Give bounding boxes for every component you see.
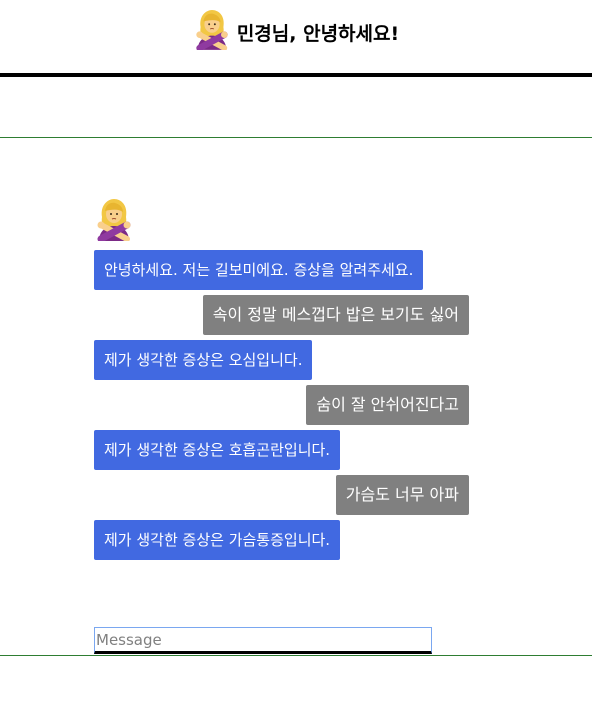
- person-gesturing-no-icon: [193, 8, 231, 50]
- message-input[interactable]: [94, 627, 432, 654]
- bottom-divider: [0, 655, 592, 656]
- person-gesturing-no-icon: [94, 197, 134, 241]
- user-message-bubble: 숨이 잘 안쉬어진다고: [306, 385, 469, 425]
- chat-message: 가슴도 너무 아파: [94, 475, 469, 515]
- bot-message-bubble: 제가 생각한 증상은 가슴통증입니다.: [94, 520, 341, 560]
- chat-message: 속이 정말 메스껍다 밥은 보기도 싫어: [94, 295, 469, 335]
- bot-message-bubble: 제가 생각한 증상은 오심입니다.: [94, 340, 313, 380]
- header-greeting: 민경님, 안녕하세요!: [0, 8, 592, 50]
- user-message-bubble: 속이 정말 메스껍다 밥은 보기도 싫어: [202, 295, 469, 335]
- bot-message-bubble: 안녕하세요. 저는 길보미에요. 증상을 알려주세요.: [94, 250, 424, 290]
- chat-messages: 안녕하세요. 저는 길보미에요. 증상을 알려주세요. 속이 정말 메스껍다 밥…: [94, 250, 469, 565]
- chat-message: 안녕하세요. 저는 길보미에요. 증상을 알려주세요.: [94, 250, 469, 290]
- app-header: 민경님, 안녕하세요!: [0, 0, 592, 77]
- chat-message: 제가 생각한 증상은 호흡곤란입니다.: [94, 430, 469, 470]
- chat-message: 제가 생각한 증상은 오심입니다.: [94, 340, 469, 380]
- user-message-bubble: 가슴도 너무 아파: [335, 475, 469, 515]
- greeting-title: 민경님, 안녕하세요!: [236, 22, 400, 45]
- chat-message: 숨이 잘 안쉬어진다고: [94, 385, 469, 425]
- chat-message: 제가 생각한 증상은 가슴통증입니다.: [94, 520, 469, 560]
- top-divider: [0, 137, 592, 138]
- bot-message-bubble: 제가 생각한 증상은 호흡곤란입니다.: [94, 430, 341, 470]
